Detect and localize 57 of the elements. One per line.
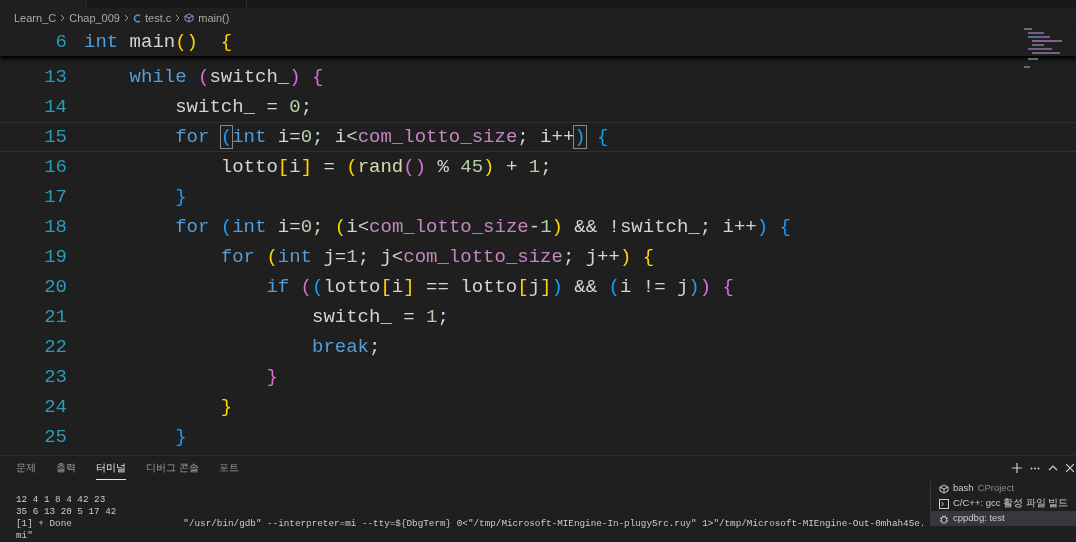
- code-text: switch_ = 1;: [312, 304, 449, 330]
- code-text: lotto[i] = (rand() % 45) + 1;: [220, 154, 552, 180]
- breadcrumb-item[interactable]: Learn_C: [14, 9, 57, 27]
- panel-tab[interactable]: 출력: [56, 456, 76, 480]
- terminal-list-item[interactable]: C/C++: gcc 활성 파일 빌드: [931, 496, 1076, 511]
- cube-icon: [184, 13, 195, 23]
- c-file-icon: [133, 13, 141, 23]
- line-number: 15: [43, 124, 67, 150]
- line-number: 19: [43, 244, 67, 270]
- breadcrumb-item[interactable]: test.c: [145, 9, 172, 27]
- terminal-line: [1] + Done "/usr/bin/gdb" --interpreter=mi --tty=${DbgTerm} 0<"/tmp/Microsoft-MIEngine-In-plugy5rc.ruy" 1>"/tmp/Microsoft-MIEngine-Out-0mhah45e.: [16, 518, 927, 530]
- chevron-icon: [175, 14, 181, 22]
- line-number: 13: [43, 64, 67, 90]
- panel-tab[interactable]: 포트: [218, 456, 239, 480]
- panel-tab[interactable]: 디버그 콘솔: [146, 456, 199, 480]
- add-icon[interactable]: [1012, 463, 1022, 473]
- code-text: for (int j=1; j<com_lotto_size; j++) {: [220, 244, 655, 270]
- code-text: for (int i=0; i<com_lotto_size; i++) {: [175, 124, 609, 150]
- chevron-icon: [124, 14, 129, 22]
- terminal-line: mi": [16, 530, 34, 542]
- code-text: for (int i=0; (i<com_lotto_size-1) && !switch_; i++) {: [175, 214, 791, 240]
- code-text: break;: [312, 334, 381, 360]
- panel-tab[interactable]: 문제: [16, 456, 36, 480]
- cube-icon: [939, 483, 949, 494]
- terminal-list-item[interactable]: bash CProject: [931, 481, 1076, 496]
- panel-tab[interactable]: 터미널: [96, 456, 126, 480]
- code-text: while (switch_) {: [129, 64, 324, 90]
- terminal-icon: [939, 498, 949, 509]
- code-text: switch_ = 0;: [175, 94, 313, 120]
- line-number: 25: [43, 424, 67, 450]
- code-text: }: [175, 424, 187, 450]
- code-text: int main() {: [84, 29, 233, 55]
- code-text: if ((lotto[i] == lotto[j]) && (i != j)) {: [266, 274, 734, 300]
- chevron-up-icon[interactable]: [1048, 465, 1058, 471]
- line-number: 21: [43, 304, 67, 330]
- bug-icon: [939, 513, 949, 524]
- more-icon[interactable]: [1030, 466, 1040, 470]
- breadcrumb-item[interactable]: main(): [198, 9, 230, 27]
- line-number: 17: [43, 184, 67, 210]
- line-number: 18: [43, 214, 67, 240]
- minimap-drawing: [1024, 28, 1062, 68]
- code-text: }: [220, 394, 233, 420]
- line-number: 23: [43, 364, 67, 390]
- close-icon[interactable]: [1066, 464, 1074, 472]
- terminal-line: 12 4 1 8 4 42 23: [16, 494, 107, 506]
- line-number: 24: [43, 394, 67, 420]
- line-number: 16: [43, 154, 67, 180]
- breadcrumb-item[interactable]: Chap_009: [69, 9, 120, 27]
- line-number: 14: [43, 94, 67, 120]
- line-number: 6: [54, 29, 67, 55]
- code-text: }: [175, 184, 187, 210]
- line-number: 22: [43, 334, 67, 360]
- terminal-list-item[interactable]: cppdbg: test: [931, 511, 1076, 526]
- terminal-line: 35 6 13 20 5 17 42: [16, 506, 118, 518]
- line-number: 20: [43, 274, 67, 300]
- code-text: }: [266, 364, 278, 390]
- chevron-icon: [60, 14, 66, 22]
